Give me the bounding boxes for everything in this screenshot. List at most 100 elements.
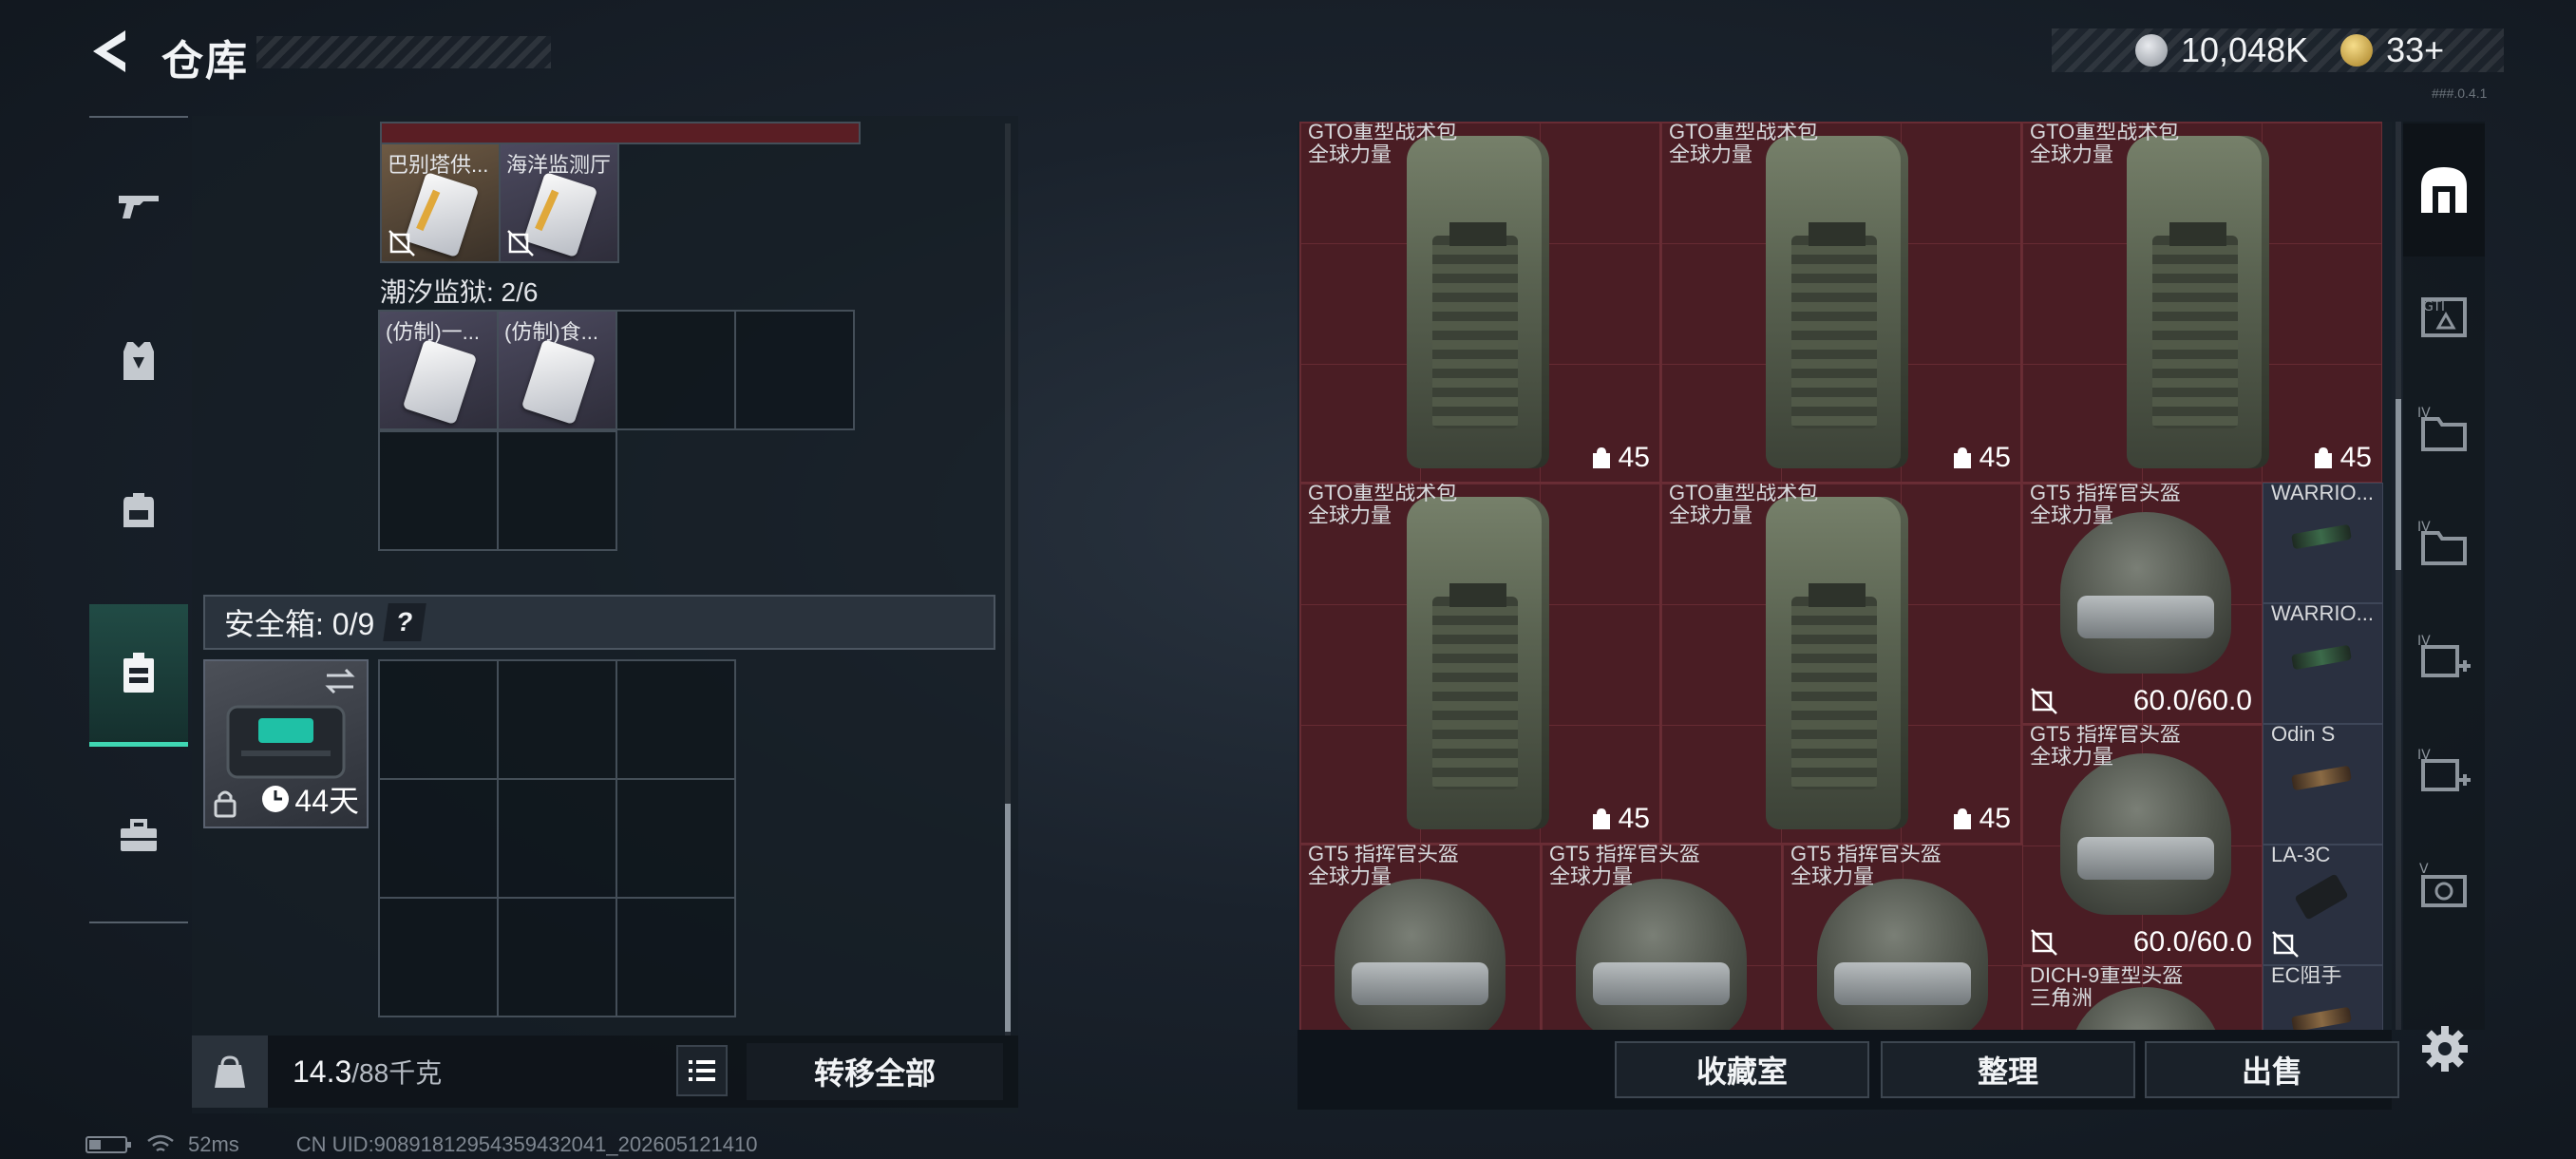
safe-slot[interactable]: [378, 659, 499, 780]
tab-toolbox[interactable]: [89, 779, 188, 893]
safe-slot[interactable]: [497, 659, 617, 780]
item-faction: 全球力量: [1669, 142, 1753, 166]
safe-slot[interactable]: [378, 897, 499, 1017]
capacity-value: 45: [1979, 442, 2011, 473]
storage-item-attachment[interactable]: Odin S: [2263, 724, 2383, 845]
capacity-value: 45: [1979, 803, 2011, 834]
storage-item-helmet[interactable]: GT5 指挥官头盔 全球力量 60.0/60.0: [2021, 483, 2263, 724]
storage-panel: GTO重型战术包 全球力量 45 GTO重型战术包 全球力量 45 GTO重型战…: [1297, 122, 2392, 1030]
storage-item-helmet[interactable]: GT5 指挥官头盔 全球力量 60.0/60.0: [2021, 724, 2263, 965]
capacity-badge: 45: [2312, 442, 2372, 474]
tab-add-iv[interactable]: IV: [2403, 606, 2485, 711]
item-babel-supply[interactable]: 巴别塔供...: [380, 142, 501, 263]
version-tag: ###.0.4.1: [2432, 86, 2488, 101]
item-faction: 全球力量: [2030, 142, 2114, 166]
tab-weapons[interactable]: [89, 148, 188, 262]
tab-backpack[interactable]: [89, 452, 188, 566]
item-faction: 全球力量: [1308, 504, 1392, 527]
item-faction: 三角洲: [2030, 986, 2093, 1010]
storage-item-backpack[interactable]: GTO重型战术包 全球力量 45: [1660, 483, 2021, 844]
empty-slot[interactable]: [378, 430, 499, 551]
safe-slot[interactable]: [497, 897, 617, 1017]
item-tide-key-2[interactable]: (仿制)食...: [497, 310, 617, 430]
safe-slot[interactable]: [616, 897, 736, 1017]
safe-slot[interactable]: [616, 778, 736, 899]
sell-button[interactable]: 出售: [2145, 1041, 2399, 1098]
organize-button[interactable]: 整理: [1881, 1041, 2135, 1098]
storage-item-helmet[interactable]: GT5 指挥官头盔 全球力量: [1299, 844, 1541, 1030]
tab-gti[interactable]: GTI: [2403, 264, 2485, 369]
safe-box-timer: 44天: [260, 777, 359, 821]
storage-scroll-thumb[interactable]: [2396, 399, 2401, 570]
storage-icon: [2421, 167, 2467, 213]
list-view-button[interactable]: [676, 1045, 728, 1096]
storage-item-backpack[interactable]: GTO重型战术包 全球力量 45: [1299, 122, 1660, 483]
storage-item-backpack[interactable]: GTO重型战术包 全球力量 45: [1660, 122, 2021, 483]
backpack-scroll-thumb[interactable]: [1005, 804, 1011, 1032]
empty-slot[interactable]: [497, 430, 617, 551]
title-decoration: [256, 36, 551, 68]
safe-slot[interactable]: [616, 659, 736, 780]
partial-item-row: [380, 122, 861, 144]
swap-icon[interactable]: [323, 667, 357, 695]
tab-safebox[interactable]: [89, 604, 188, 747]
storage-item-helmet[interactable]: GT5 指挥官头盔 全球力量: [1541, 844, 1782, 1030]
storage-item-backpack[interactable]: GTO重型战术包 全球力量 45: [1299, 483, 1660, 844]
storage-item-helmet[interactable]: GT5 指挥官头盔 全球力量: [1782, 844, 2023, 1030]
backpack-icon: [123, 493, 154, 527]
empty-slot[interactable]: [734, 310, 855, 430]
tab-camera-v[interactable]: V: [2403, 834, 2485, 939]
item-name: GT5 指挥官头盔: [1308, 844, 1459, 865]
tab-folder-iv-2[interactable]: IV: [2403, 492, 2485, 597]
gold-amount[interactable]: 33+: [2386, 30, 2444, 70]
tab-add-iv-2[interactable]: IV: [2403, 720, 2485, 825]
safe-slot[interactable]: [497, 778, 617, 899]
add-iv-icon-2: IV: [2417, 748, 2471, 791]
tab-armor[interactable]: [89, 304, 188, 418]
back-button[interactable]: [84, 23, 141, 80]
item-row-top: 巴别塔供... 海洋监测厅: [380, 142, 619, 263]
item-ocean-monitor[interactable]: 海洋监测厅: [499, 142, 619, 263]
item-tide-key-1[interactable]: (仿制)一...: [378, 310, 499, 430]
storage-item-backpack[interactable]: GTO重型战术包 全球力量 45: [2021, 122, 2382, 483]
storage-scrollbar[interactable]: [2396, 122, 2401, 1030]
item-label: 巴别塔供...: [388, 153, 489, 177]
storage-item-attachment[interactable]: WARRIO...: [2263, 483, 2383, 603]
tab-storage-main[interactable]: [2403, 124, 2485, 256]
safe-box-item[interactable]: 44天: [203, 659, 369, 828]
collection-room-button[interactable]: 收藏室: [1615, 1041, 1869, 1098]
safe-grid-row-3: [378, 897, 736, 1017]
safe-slot[interactable]: [378, 778, 499, 899]
capacity-value: 45: [2339, 442, 2372, 473]
transfer-all-button[interactable]: 转移全部: [747, 1043, 1003, 1100]
capacity-icon: [1953, 808, 1971, 829]
empty-slot[interactable]: [616, 310, 736, 430]
storage-item-attachment[interactable]: WARRIO...: [2263, 603, 2383, 724]
item-label: 海洋监测厅: [506, 153, 612, 177]
camera-v-icon: V: [2419, 862, 2467, 907]
item-label: (仿制)食...: [504, 320, 598, 344]
settings-button[interactable]: [2418, 1022, 2472, 1075]
ping-text: 52ms: [188, 1132, 239, 1156]
capacity-icon: [1592, 447, 1610, 468]
tide-row-1: (仿制)一... (仿制)食...: [378, 310, 855, 430]
item-faction: 全球力量: [1308, 142, 1392, 166]
folder-iv-icon: IV: [2417, 406, 2467, 451]
page-title: 仓库: [161, 38, 249, 85]
no-sell-icon: [507, 230, 534, 256]
item-name: EC阻手: [2271, 965, 2342, 987]
attachment-image: [2291, 1006, 2352, 1030]
item-name: GT5 指挥官头盔: [1790, 844, 1941, 865]
storage-item-helmet[interactable]: DICH-9重型头盔 三角洲: [2021, 965, 2263, 1030]
item-faction: 全球力量: [2030, 745, 2114, 769]
storage-item-attachment[interactable]: EC阻手: [2263, 965, 2383, 1030]
helmet-image: [1576, 879, 1747, 1030]
storage-item-attachment[interactable]: LA-3C: [2263, 845, 2383, 965]
tab-folder-iv[interactable]: IV: [2403, 378, 2485, 483]
help-button[interactable]: ?: [383, 603, 427, 641]
item-name: WARRIO...: [2271, 603, 2374, 625]
helmet-image: [1817, 879, 1988, 1030]
toolbox-icon: [121, 819, 157, 851]
currency-bar: 10,048K 33+: [2052, 28, 2504, 72]
item-name: GTO重型战术包: [1308, 483, 1458, 504]
